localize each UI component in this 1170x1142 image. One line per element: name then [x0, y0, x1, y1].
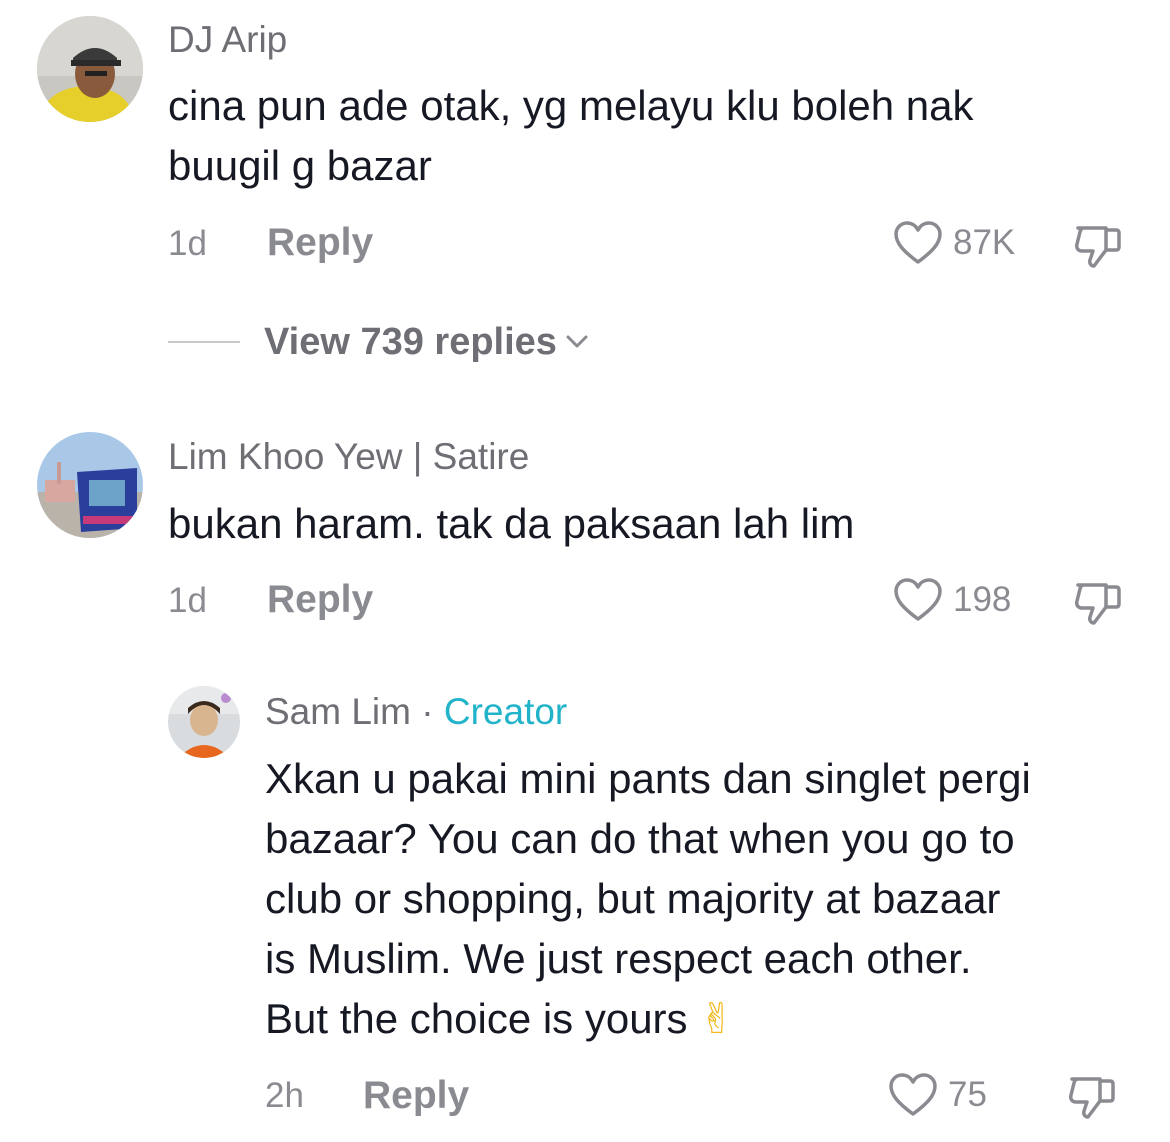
view-replies-label: View 739 replies: [264, 320, 557, 363]
reply-button[interactable]: Reply: [267, 578, 373, 622]
divider: [168, 341, 240, 343]
thumbs-down-outline-icon: [1075, 583, 1121, 625]
comment-username[interactable]: Lim Khoo Yew | Satire: [168, 435, 529, 479]
dislike-button[interactable]: [1072, 579, 1124, 627]
like-count: 87K: [953, 223, 1016, 262]
thumbs-down-outline-icon: [1075, 226, 1121, 268]
avatar[interactable]: [168, 686, 240, 758]
comment-text: Xkan u pakai mini pants dan singlet perg…: [265, 749, 1031, 1049]
comment-text-line: bazaar? You can do that when you go to: [265, 815, 1015, 862]
thumbs-down-outline-icon: [1069, 1077, 1115, 1119]
comment-text: cina pun ade otak, yg melayu klu boleh n…: [168, 76, 974, 196]
like-button[interactable]: 87K: [893, 221, 1015, 265]
comment-username-name: Sam Lim: [265, 691, 411, 732]
like-count: 75: [948, 1075, 987, 1114]
chevron-down-icon: [565, 334, 589, 350]
comment-text-line: is Muslim. We just respect each other.: [265, 935, 972, 982]
comment-text-line: buugil g bazar: [168, 142, 432, 189]
comment-timestamp: 1d: [168, 224, 207, 263]
like-button[interactable]: 198: [893, 578, 1011, 622]
comment-text-line: club or shopping, but majority at bazaar: [265, 875, 1001, 922]
comment-timestamp: 2h: [265, 1076, 304, 1115]
reply-button[interactable]: Reply: [267, 221, 373, 265]
comment-text-line: But the choice is yours: [265, 995, 688, 1042]
like-count: 198: [953, 580, 1012, 619]
comment-username[interactable]: Sam Lim · Creator: [265, 690, 567, 734]
comment-text-line-last: But the choice is yours ✌: [265, 989, 1031, 1049]
dislike-button[interactable]: [1066, 1073, 1118, 1121]
victory-hand-emoji: ✌: [699, 994, 735, 1043]
creator-badge: Creator: [443, 691, 568, 732]
dislike-button[interactable]: [1072, 222, 1124, 270]
heart-outline-icon: [888, 1072, 938, 1118]
heart-outline-icon: [893, 577, 943, 623]
comment-timestamp: 1d: [168, 581, 207, 620]
avatar[interactable]: [37, 432, 143, 538]
reply-button[interactable]: Reply: [363, 1074, 469, 1118]
comment-text-line: cina pun ade otak, yg melayu klu boleh n…: [168, 82, 974, 129]
like-button[interactable]: 75: [888, 1073, 987, 1117]
comment-text: bukan haram. tak da paksaan lah lim: [168, 494, 854, 554]
comment-text-line: Xkan u pakai mini pants dan singlet perg…: [265, 755, 1031, 802]
comment-text-line: bukan haram. tak da paksaan lah lim: [168, 500, 855, 547]
comment-username[interactable]: DJ Arip: [168, 18, 287, 62]
heart-outline-icon: [893, 220, 943, 266]
view-replies-button[interactable]: View 739 replies: [168, 320, 589, 364]
username-separator: ·: [410, 691, 444, 732]
avatar[interactable]: [37, 16, 143, 122]
